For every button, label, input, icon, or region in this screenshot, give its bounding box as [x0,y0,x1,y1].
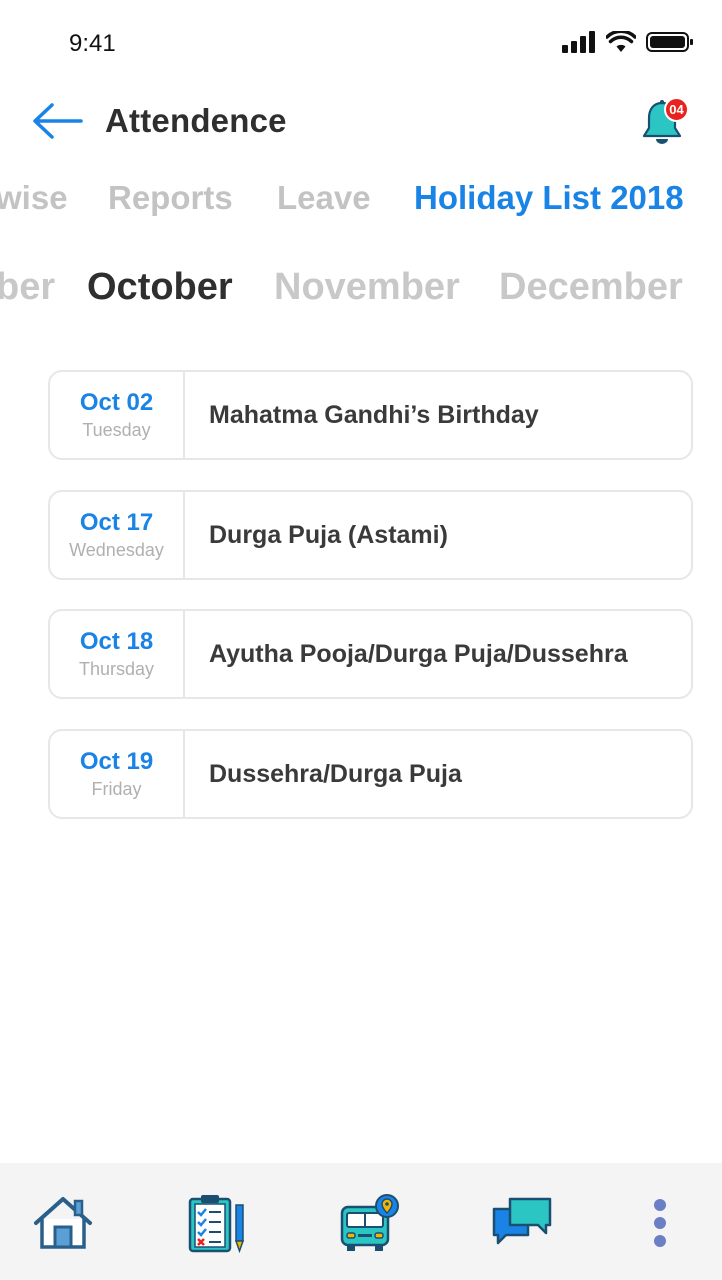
holiday-date-label: Oct 19 [79,748,154,775]
holiday-date: Oct 02 Tuesday [50,372,185,458]
bus-location-icon [340,1194,399,1251]
holiday-date-label: Oct 17 [79,509,154,536]
nav-transport-button[interactable] [338,1191,402,1255]
section-tabs: wise Reports Leave Holiday List 2018 [0,175,722,225]
tab-reports[interactable]: Reports [108,179,233,217]
clipboard-checklist-icon [188,1195,245,1253]
month-november[interactable]: November [274,266,460,309]
holiday-weekday: Wednesday [69,540,164,560]
holiday-name: Durga Puja (Astami) [209,520,448,549]
battery-icon [646,32,693,52]
bottom-navigation [0,1163,722,1280]
holiday-date: Oct 18 Thursday [50,611,185,697]
holiday-date: Oct 19 Friday [50,731,185,817]
holiday-card[interactable]: Oct 17 Wednesday Durga Puja (Astami) [48,490,693,580]
tab-holiday-list[interactable]: Holiday List 2018 [414,179,684,217]
holiday-name: Mahatma Gandhi’s Birthday [209,400,539,429]
signal-icon [562,31,595,53]
holiday-name: Dussehra/Durga Puja [209,759,462,788]
holiday-card[interactable]: Oct 18 Thursday Ayutha Pooja/Durga Puja/… [48,609,693,699]
more-vertical-icon [654,1199,666,1247]
notifications-button[interactable]: 04 [638,95,694,147]
month-september[interactable]: ber [0,266,55,309]
notification-badge: 04 [664,97,689,122]
status-bar: 9:41 [0,0,722,90]
status-time: 9:41 [69,30,116,57]
app-header: Attendence 04 [0,90,722,154]
tab-leave[interactable]: Leave [277,179,371,217]
month-december[interactable]: December [499,266,683,309]
page-title: Attendence [105,102,287,139]
holiday-card[interactable]: Oct 02 Tuesday Mahatma Gandhi’s Birthday [48,370,693,460]
holiday-date: Oct 17 Wednesday [50,492,185,578]
arrow-left-icon [33,103,83,139]
nav-more-button[interactable] [628,1191,692,1255]
holiday-weekday: Thursday [78,659,155,679]
holiday-card[interactable]: Oct 19 Friday Dussehra/Durga Puja [48,729,693,819]
month-selector: ber October November December [0,262,722,318]
holiday-date-label: Oct 18 [79,628,154,655]
holiday-weekday: Friday [91,779,142,799]
holiday-date-label: Oct 02 [79,389,154,416]
wifi-icon [606,31,636,52]
month-october[interactable]: October [87,266,233,309]
back-button[interactable] [30,100,84,142]
holiday-weekday: Tuesday [82,420,151,440]
nav-home-button[interactable] [31,1191,95,1255]
nav-messages-button[interactable] [490,1191,554,1255]
status-icons [562,31,694,53]
tab-wise[interactable]: wise [0,179,68,217]
chat-bubbles-icon [492,1197,552,1245]
holiday-name: Ayutha Pooja/Durga Puja/Dussehra [209,639,628,668]
nav-tasks-button[interactable] [186,1191,250,1255]
home-icon [34,1197,92,1249]
